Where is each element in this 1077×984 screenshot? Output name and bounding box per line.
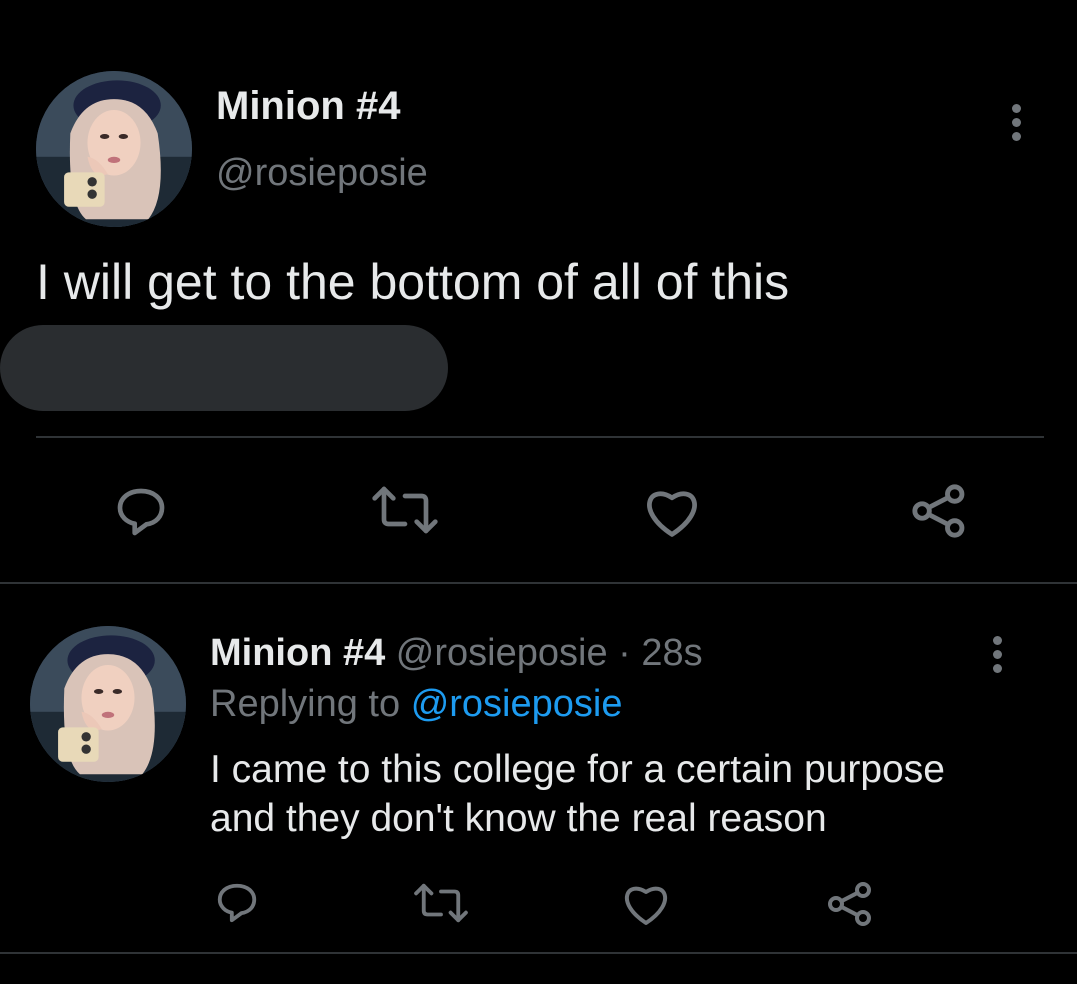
reply-text-line-1: I came to this college for a certain pur…: [210, 748, 945, 791]
heart-icon[interactable]: [643, 486, 701, 538]
reply-heart-icon[interactable]: [622, 882, 670, 926]
reply-share-icon[interactable]: [826, 880, 874, 928]
display-name[interactable]: Minion #4: [216, 84, 400, 129]
avatar-image: [36, 71, 192, 227]
reply-avatar-image: [30, 626, 186, 782]
retweet-icon[interactable]: [370, 482, 440, 538]
replying-to-label: Replying to: [210, 683, 401, 725]
reply-text-line-2: and they don't know the real reason: [210, 797, 827, 840]
divider: [36, 436, 1044, 438]
reply-header: Minion #4 @rosieposie · 28s: [210, 632, 703, 675]
reply-reply-icon[interactable]: [214, 880, 260, 926]
username-handle[interactable]: @rosieposie: [216, 152, 428, 195]
avatar[interactable]: [36, 71, 192, 227]
tweet-text: I will get to the bottom of all of this: [36, 254, 790, 310]
replying-to-link[interactable]: @rosieposie: [411, 683, 623, 725]
share-icon[interactable]: [910, 482, 968, 540]
replying-to-line: Replying to @rosieposie: [210, 683, 622, 726]
bottom-divider: [0, 952, 1077, 954]
redaction-bar: [0, 325, 448, 411]
reply-display-name[interactable]: Minion #4: [210, 632, 385, 674]
separator-dot: ·: [618, 632, 631, 674]
reply-username-handle[interactable]: @rosieposie: [396, 632, 608, 674]
timestamp[interactable]: 28s: [641, 632, 702, 674]
reply-retweet-icon[interactable]: [412, 880, 470, 926]
more-options-icon[interactable]: [1011, 104, 1021, 146]
reply-avatar[interactable]: [30, 626, 186, 782]
reply-icon[interactable]: [113, 484, 169, 540]
reply-more-options-icon[interactable]: [992, 636, 1002, 678]
section-divider: [0, 582, 1077, 584]
